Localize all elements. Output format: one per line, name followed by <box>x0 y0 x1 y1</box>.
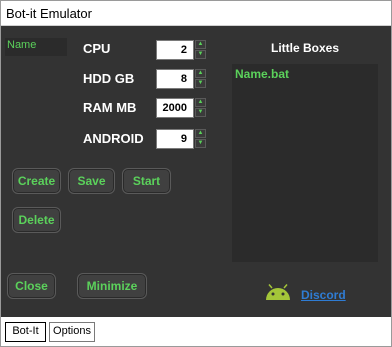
hdd-label: HDD GB <box>83 71 135 86</box>
ram-label: RAM MB <box>83 100 137 115</box>
android-stepper[interactable]: 9 ▲ ▼ <box>156 129 206 149</box>
cpu-stepper[interactable]: 2 ▲ ▼ <box>156 40 206 60</box>
cpu-value[interactable]: 2 <box>156 40 194 60</box>
arrow-down-icon[interactable]: ▼ <box>195 139 206 148</box>
cpu-label: CPU <box>83 41 111 56</box>
arrow-down-icon[interactable]: ▼ <box>195 108 206 117</box>
hdd-value[interactable]: 8 <box>156 69 194 89</box>
arrow-up-icon[interactable]: ▲ <box>195 40 206 49</box>
tab-bot-it[interactable]: Bot-It <box>5 322 46 342</box>
ram-stepper[interactable]: 2000 ▲ ▼ <box>156 98 206 118</box>
window-title: Bot-it Emulator <box>6 6 92 21</box>
create-button[interactable]: Create <box>12 168 61 194</box>
hdd-stepper[interactable]: 8 ▲ ▼ <box>156 69 206 89</box>
arrow-up-icon[interactable]: ▲ <box>195 98 206 107</box>
arrow-up-icon[interactable]: ▲ <box>195 69 206 78</box>
main-panel: Name CPU 2 ▲ ▼ HDD GB 8 ▲ ▼ RAM MB 2000 … <box>1 26 391 317</box>
title-bar[interactable]: Bot-it Emulator <box>1 1 391 26</box>
arrow-down-icon[interactable]: ▼ <box>195 79 206 88</box>
android-label: ANDROID <box>83 131 144 146</box>
little-boxes-title: Little Boxes <box>270 41 339 55</box>
start-button[interactable]: Start <box>122 168 171 194</box>
little-boxes-list[interactable]: Name.bat <box>232 64 378 262</box>
arrow-up-icon[interactable]: ▲ <box>195 129 206 138</box>
tab-strip: Bot-It Options <box>1 317 391 346</box>
android-value[interactable]: 9 <box>156 129 194 149</box>
emulator-window: Bot-it Emulator Name CPU 2 ▲ ▼ HDD GB 8 … <box>0 0 392 347</box>
discord-link[interactable]: Discord <box>301 288 346 302</box>
name-field[interactable]: Name <box>5 38 67 56</box>
tab-options[interactable]: Options <box>49 322 95 342</box>
save-button[interactable]: Save <box>68 168 115 194</box>
minimize-button[interactable]: Minimize <box>77 273 147 299</box>
arrow-down-icon[interactable]: ▼ <box>195 50 206 59</box>
ram-value[interactable]: 2000 <box>156 98 194 118</box>
list-item[interactable]: Name.bat <box>235 67 289 81</box>
close-button[interactable]: Close <box>7 273 56 299</box>
android-icon <box>266 284 290 300</box>
delete-button[interactable]: Delete <box>12 207 61 233</box>
